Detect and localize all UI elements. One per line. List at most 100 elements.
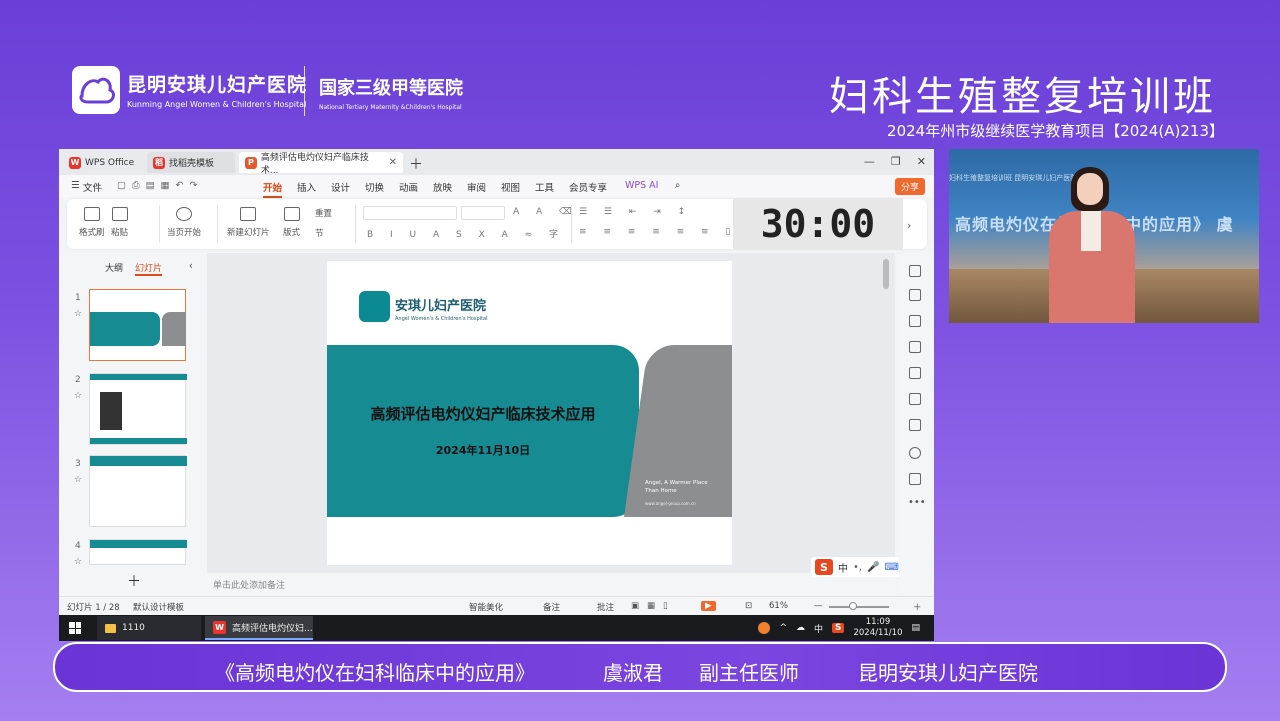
tray-expand-icon[interactable]: ^: [779, 623, 787, 633]
list-controls[interactable]: ☰ ☰ ⇤ ⇥ ↕: [579, 207, 692, 217]
menu-home[interactable]: 开始: [263, 180, 283, 198]
minimize-icon[interactable]: —: [864, 155, 875, 168]
menu-insert[interactable]: 插入: [297, 180, 316, 194]
slide-thumb-2[interactable]: [89, 373, 187, 445]
slide-thumb-1[interactable]: [89, 289, 186, 361]
zoom-out-icon[interactable]: —: [814, 601, 823, 611]
menu-animation[interactable]: 动画: [399, 180, 418, 194]
network-icon[interactable]: ☁: [796, 623, 805, 633]
help-icon[interactable]: [909, 447, 921, 459]
menu-file[interactable]: 文件: [83, 180, 102, 194]
share-button[interactable]: 分享: [894, 178, 925, 195]
more-icon[interactable]: •••: [908, 497, 926, 508]
star-icon[interactable]: ☆: [74, 475, 82, 485]
microphone-icon[interactable]: 🎤: [867, 562, 879, 573]
slideshow-play-button[interactable]: ▶: [701, 601, 716, 611]
adjust-icon[interactable]: [909, 289, 921, 301]
slide-thumb-3[interactable]: [89, 455, 187, 527]
notification-center-icon[interactable]: ▤: [911, 623, 920, 633]
view-mode-buttons[interactable]: ▣▦▯: [631, 601, 676, 611]
keyboard-icon[interactable]: ⌨: [885, 562, 899, 573]
copy-icon[interactable]: [909, 341, 921, 353]
close-tab-icon[interactable]: ✕: [389, 157, 397, 168]
pen-icon[interactable]: [909, 367, 921, 379]
shirt-icon[interactable]: [909, 473, 921, 485]
ribbon-divider: [217, 205, 218, 243]
play-from-current-button[interactable]: 当页开始: [167, 207, 201, 238]
slide-thumb-4[interactable]: [89, 539, 187, 565]
book-icon[interactable]: [909, 419, 921, 431]
notes-toggle[interactable]: 备注: [543, 601, 560, 613]
thumb-header-bar: [90, 540, 187, 548]
zoom-slider-handle[interactable]: [849, 602, 857, 610]
tray-ime[interactable]: 中: [814, 622, 823, 635]
menu-transition[interactable]: 切换: [365, 180, 384, 194]
menu-view[interactable]: 视图: [501, 180, 520, 194]
restore-icon[interactable]: ❐: [891, 155, 901, 168]
menu-review[interactable]: 审阅: [467, 180, 486, 194]
close-window-icon[interactable]: ✕: [917, 155, 926, 168]
search-icon[interactable]: ⌕: [675, 180, 680, 191]
notes-field[interactable]: 单击此处添加备注: [207, 573, 895, 595]
font-family-select[interactable]: [363, 206, 457, 220]
section-button[interactable]: 节: [315, 227, 324, 239]
slide-title: 高频评估电灼仪妇产临床技术应用: [370, 405, 596, 423]
new-slide-button[interactable]: 新建幻灯片: [227, 207, 270, 238]
taskbar-wps[interactable]: W 高频评估电灼仪妇...: [205, 616, 313, 640]
format-painter-button[interactable]: 格式刷: [79, 207, 105, 238]
tab-outline[interactable]: 大纲: [105, 261, 123, 276]
hospital-grade-cn: 国家三级甲等医院: [319, 78, 463, 99]
ime-lang[interactable]: 中: [838, 560, 848, 575]
font-size-select[interactable]: [461, 206, 505, 220]
menu-design[interactable]: 设计: [331, 180, 350, 194]
font-size-controls[interactable]: A A ⌫: [513, 207, 579, 217]
vertical-scrollbar[interactable]: [883, 259, 889, 289]
sogou-ime-icon[interactable]: S: [815, 559, 833, 575]
new-slide-icon: [240, 207, 257, 221]
reset-button[interactable]: 重置: [315, 207, 332, 219]
clock[interactable]: 11:09 2024/11/10: [853, 617, 902, 639]
menu-tools[interactable]: 工具: [535, 180, 554, 194]
star-icon[interactable]: [909, 315, 921, 327]
thumb-number: 2: [75, 375, 81, 385]
zoom-in-icon[interactable]: ＋: [913, 601, 922, 613]
tab-wps-office[interactable]: W WPS Office: [63, 152, 141, 173]
sogou-tray-icon[interactable]: S: [832, 623, 845, 633]
zoom-slider[interactable]: [829, 606, 889, 608]
text-format-controls[interactable]: B I U A S X A ≈ 字: [367, 227, 565, 240]
tab-slides[interactable]: 幻灯片: [135, 261, 163, 276]
align-controls[interactable]: ≡ ≡ ≡ ≡ ≡ ≡ ▯: [579, 227, 737, 237]
theme-name[interactable]: 默认设计模板: [133, 601, 184, 613]
paste-button[interactable]: 粘贴: [111, 207, 128, 238]
star-icon[interactable]: ☆: [74, 309, 82, 319]
menu-icon[interactable]: [909, 265, 921, 277]
current-slide[interactable]: 安琪儿妇产医院 Angel Women's & Children's Hospi…: [327, 261, 732, 565]
collapse-pane-icon[interactable]: ‹: [189, 259, 193, 272]
taskbar-folder[interactable]: 1110: [97, 616, 201, 640]
menu-icon[interactable]: ☰: [71, 180, 80, 191]
star-icon[interactable]: ☆: [74, 557, 82, 567]
new-tab-icon[interactable]: ＋: [409, 154, 423, 174]
layout-button[interactable]: 版式: [283, 207, 300, 238]
notification-app-icon[interactable]: [758, 622, 771, 634]
wps-ai-button[interactable]: WPS AI: [625, 180, 658, 191]
ime-punct-icon[interactable]: •,: [853, 562, 862, 573]
ribbon-scroll-right-icon[interactable]: ›: [907, 219, 911, 232]
fit-window-icon[interactable]: ⊡: [745, 601, 752, 611]
windows-start-icon[interactable]: [69, 622, 81, 634]
menu-member[interactable]: 会员专享: [569, 180, 607, 194]
tab-presentation[interactable]: P 高频评估电灼仪妇产临床技术... ✕: [239, 152, 403, 176]
smart-beautify-button[interactable]: 智能美化: [469, 601, 503, 613]
quick-access-icons[interactable]: ▢⎙▤▦↶↷: [117, 180, 203, 191]
tools-icon[interactable]: [909, 393, 921, 405]
tab-label: WPS Office: [85, 157, 135, 168]
menu-bar: ☰ 文件 ▢⎙▤▦↶↷ 开始 插入 设计 切换 动画 放映 审阅 视图 工具 会…: [59, 175, 934, 198]
comments-toggle[interactable]: 批注: [597, 601, 614, 613]
star-icon[interactable]: ☆: [74, 391, 82, 401]
hospital-logo-icon: [72, 66, 120, 114]
tab-template[interactable]: 稻 找稻壳模板: [147, 152, 235, 173]
play-icon: [176, 207, 192, 221]
zoom-level[interactable]: 61%: [769, 601, 788, 611]
menu-slideshow[interactable]: 放映: [433, 180, 452, 194]
add-slide-icon[interactable]: ＋: [127, 571, 141, 591]
